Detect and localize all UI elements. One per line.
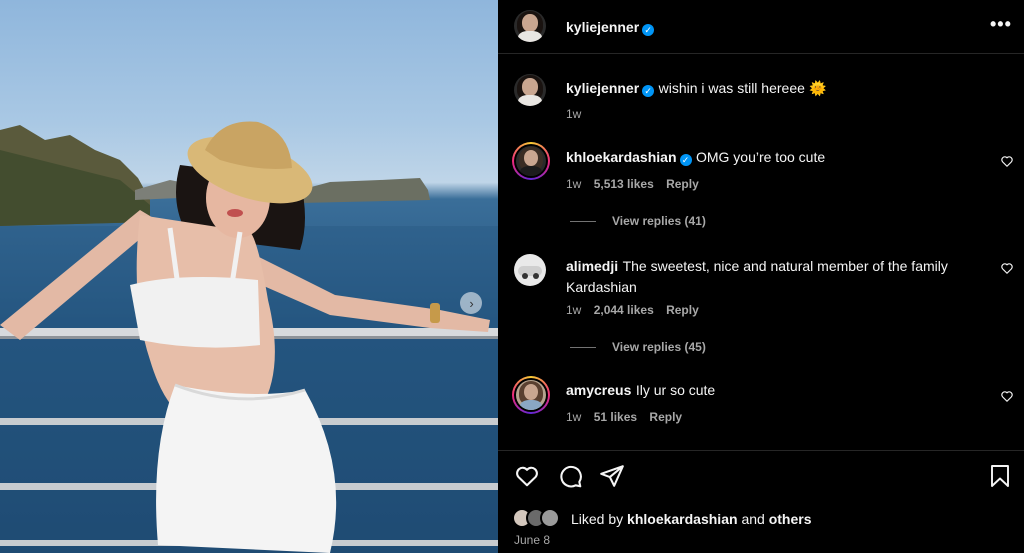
sun-emoji: 🌞 — [809, 80, 827, 96]
author-avatar[interactable] — [514, 10, 546, 42]
commenter-avatar — [516, 146, 546, 176]
view-replies-button[interactable]: View replies (41) — [570, 214, 706, 228]
share-icon[interactable] — [599, 463, 625, 489]
post-sidebar: kyliejenner ✓ ••• kyliejenner ✓ wishin i w… — [498, 0, 1024, 553]
commenter-avatar — [516, 380, 546, 410]
commenter-avatar[interactable] — [514, 254, 546, 286]
caption-username[interactable]: kyliejenner — [566, 80, 639, 96]
comment-time: 1w — [566, 303, 582, 317]
verified-badge-icon: ✓ — [642, 24, 655, 36]
author-username[interactable]: kyliejenner — [566, 19, 639, 35]
chevron-right-icon: › — [469, 295, 474, 311]
story-ring[interactable] — [512, 142, 550, 180]
verified-badge-icon: ✓ — [642, 85, 655, 97]
heart-icon[interactable] — [1000, 154, 1014, 168]
commenter-username[interactable]: khloekardashian — [566, 149, 677, 165]
caption-text: wishin i was still hereee — [658, 80, 805, 96]
commenter-username[interactable]: amycreus — [566, 382, 631, 398]
comment-text: OMG you’re too cute — [695, 149, 826, 165]
comment-likes[interactable]: 51 likes — [594, 410, 637, 424]
action-bar — [498, 450, 1024, 500]
heart-icon[interactable] — [1000, 389, 1014, 403]
commenter-username[interactable]: alimedji — [566, 258, 618, 274]
story-ring[interactable] — [512, 376, 550, 414]
liked-by-line: Liked by khloekardashian and others — [571, 511, 811, 527]
comment-time: 1w — [566, 410, 582, 424]
more-options-icon[interactable]: ••• — [990, 14, 1012, 35]
reply-button[interactable]: Reply — [666, 177, 699, 191]
liked-by-and: and — [741, 511, 765, 527]
post-header: kyliejenner ✓ ••• — [498, 0, 1024, 54]
comment-time: 1w — [566, 177, 582, 191]
reply-button[interactable]: Reply — [666, 303, 699, 317]
post-photo[interactable]: › — [0, 0, 498, 553]
caption-avatar[interactable] — [514, 74, 546, 106]
caption-time: 1w — [566, 107, 582, 121]
liked-by-prefix: Liked by — [571, 511, 624, 527]
heart-icon[interactable] — [514, 463, 540, 489]
post-date: June 8 — [514, 533, 551, 547]
photo-scene — [0, 121, 498, 553]
liked-by-others[interactable]: others — [769, 511, 812, 527]
view-replies-button[interactable]: View replies (45) — [570, 340, 706, 354]
comment-likes[interactable]: 5,513 likes — [594, 177, 654, 191]
verified-badge-icon: ✓ — [679, 154, 692, 166]
liked-by-user[interactable]: khloekardashian — [627, 511, 738, 527]
comment-text: Ily ur so cute — [635, 382, 716, 398]
comment-text: The sweetest, nice and natural member of… — [622, 258, 948, 274]
comment-icon[interactable] — [557, 463, 583, 489]
comment-likes[interactable]: 2,044 likes — [594, 303, 654, 317]
reply-button[interactable]: Reply — [649, 410, 682, 424]
heart-icon[interactable] — [1000, 261, 1014, 275]
next-photo-button[interactable]: › — [460, 292, 482, 314]
comment-text-line2: Kardashian — [566, 279, 637, 295]
bookmark-icon[interactable] — [988, 463, 1012, 489]
